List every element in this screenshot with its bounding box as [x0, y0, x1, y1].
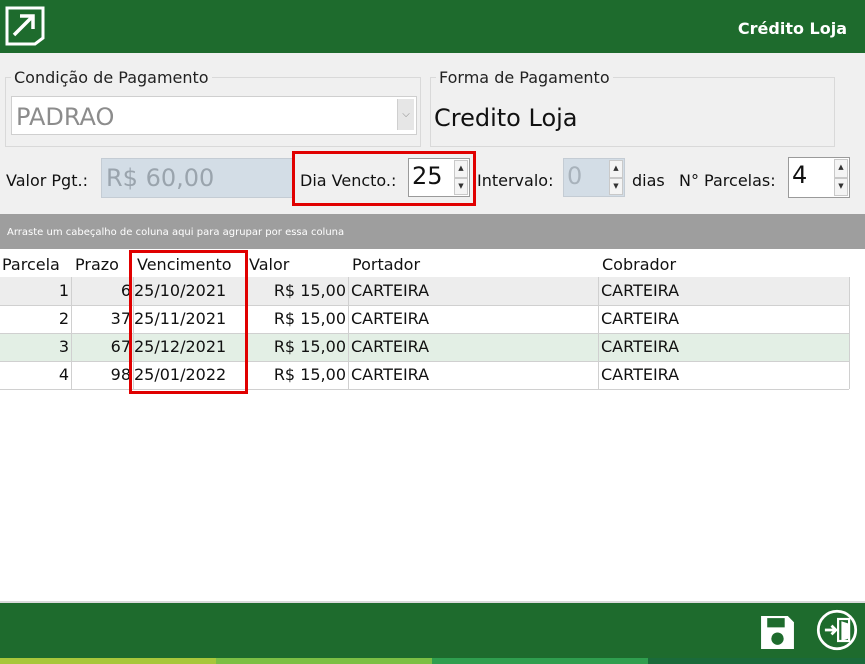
footer-stripe [648, 658, 865, 664]
cell-portador: CARTEIRA [351, 309, 430, 328]
parcelas-label: N° Parcelas: [679, 171, 776, 190]
valor-value: R$ 60,00 [106, 164, 215, 192]
dias-label: dias [632, 171, 665, 190]
header-bar: Crédito Loja [0, 0, 865, 53]
column-divider [348, 277, 349, 389]
row-divider [0, 389, 849, 390]
cell-portador: CARTEIRA [351, 281, 430, 300]
cell-parcela: 2 [58, 309, 69, 328]
cell-valor: R$ 15,00 [273, 281, 346, 300]
cell-valor: R$ 15,00 [273, 337, 346, 356]
cell-parcela: 1 [58, 281, 69, 300]
stepper-down-icon[interactable]: ▼ [609, 177, 623, 195]
column-header-portador[interactable]: Portador [352, 249, 420, 277]
cell-cobrador: CARTEIRA [601, 281, 680, 300]
row-divider [0, 361, 849, 362]
column-header-prazo[interactable]: Prazo [75, 249, 119, 277]
cell-cobrador: CARTEIRA [601, 309, 680, 328]
cell-valor: R$ 15,00 [273, 365, 346, 384]
cell-parcela: 4 [58, 365, 69, 384]
footer-stripe [432, 658, 648, 664]
cell-prazo: 37 [110, 309, 131, 328]
cell-prazo: 6 [120, 281, 131, 300]
parcelas-value: 4 [792, 161, 808, 189]
table-row[interactable]: 1 6 25/10/2021 R$ 15,00 CARTEIRA CARTEIR… [0, 277, 849, 305]
cell-cobrador: CARTEIRA [601, 365, 680, 384]
column-divider [849, 277, 850, 389]
column-divider [598, 277, 599, 389]
footer-bar [0, 601, 865, 658]
intervalo-value: 0 [567, 162, 583, 190]
group-hint: Arraste um cabeçalho de coluna aqui para… [7, 227, 345, 238]
stepper-up-icon[interactable]: ▲ [834, 159, 848, 178]
table-row[interactable]: 3 67 25/12/2021 R$ 15,00 CARTEIRA CARTEI… [0, 333, 849, 361]
dia-highlight-box [292, 151, 476, 206]
forma-value: Credito Loja [434, 104, 578, 132]
app-logo-icon [5, 6, 45, 46]
row-divider [0, 333, 849, 334]
cell-portador: CARTEIRA [351, 365, 430, 384]
table-row[interactable]: 2 37 25/11/2021 R$ 15,00 CARTEIRA CARTEI… [0, 305, 849, 333]
cell-cobrador: CARTEIRA [601, 337, 680, 356]
intervalo-stepper[interactable]: 0 ▲ ▼ [563, 158, 625, 197]
condicao-legend: Condição de Pagamento [11, 68, 212, 87]
stepper-up-icon[interactable]: ▲ [609, 160, 623, 178]
column-divider [71, 277, 72, 389]
footer-stripe [0, 658, 216, 664]
exit-door-icon[interactable] [815, 608, 859, 652]
intervalo-label: Intervalo: [477, 171, 554, 190]
condicao-select[interactable]: PADRAO ⌵ [11, 96, 417, 135]
forma-legend: Forma de Pagamento [436, 68, 613, 87]
column-header-cobrador[interactable]: Cobrador [602, 249, 676, 277]
vencimento-highlight-box [129, 250, 248, 394]
cell-prazo: 98 [110, 365, 131, 384]
chevron-down-icon[interactable]: ⌵ [397, 99, 414, 130]
parcelas-stepper[interactable]: 4 ▲ ▼ [788, 157, 850, 198]
group-by-panel[interactable]: Arraste um cabeçalho de coluna aqui para… [0, 214, 865, 249]
column-header-parcela[interactable]: Parcela [2, 249, 60, 277]
column-header-valor[interactable]: Valor [249, 249, 289, 277]
footer-stripe [216, 658, 432, 664]
table-row[interactable]: 4 98 25/01/2022 R$ 15,00 CARTEIRA CARTEI… [0, 361, 849, 389]
cell-valor: R$ 15,00 [273, 309, 346, 328]
valor-label: Valor Pgt.: [6, 171, 88, 190]
condicao-value: PADRAO [16, 103, 115, 131]
row-divider [0, 305, 849, 306]
stepper-down-icon[interactable]: ▼ [834, 177, 848, 196]
valor-field: R$ 60,00 [101, 158, 293, 198]
cell-portador: CARTEIRA [351, 337, 430, 356]
cell-parcela: 3 [58, 337, 69, 356]
window-title: Crédito Loja [737, 19, 847, 38]
floppy-disk-icon[interactable] [759, 614, 796, 651]
cell-prazo: 67 [110, 337, 131, 356]
